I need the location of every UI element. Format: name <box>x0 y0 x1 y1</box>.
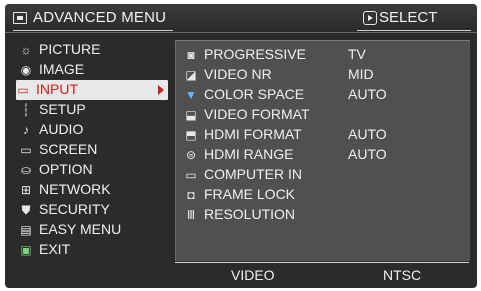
menu-item-easy-menu[interactable]: ▤ EASY MENU <box>19 220 171 240</box>
submenu-item-value: AUTO <box>348 86 387 102</box>
submenu-item-label: VIDEO FORMAT <box>204 106 310 122</box>
menu-item-image[interactable]: ◉ IMAGE <box>19 60 171 80</box>
menu-item-setup[interactable]: ┆ SETUP <box>19 100 171 120</box>
osd-window: ADVANCED MENU SELECT ☼ PICTURE ◉ IMAGE ▭… <box>5 4 477 288</box>
screen-icon: ▭ <box>20 143 32 157</box>
exit-icon: ▣ <box>20 243 32 257</box>
menu-item-input[interactable]: ▭ INPUT <box>16 80 168 100</box>
submenu-item-color-space[interactable]: ▼ COLOR SPACE AUTO <box>184 85 464 105</box>
setup-icon: ┆ <box>22 103 30 117</box>
submenu-item-video-nr[interactable]: ◪ VIDEO NR MID <box>184 65 464 85</box>
menu-item-label: NETWORK <box>39 181 111 197</box>
submenu-item-value: MID <box>348 66 374 82</box>
submenu-item-value: AUTO <box>348 126 387 142</box>
image-icon: ◉ <box>20 63 32 77</box>
menu-item-screen[interactable]: ▭ SCREEN <box>19 140 171 160</box>
progressive-icon: ◙ <box>187 48 195 62</box>
menu-item-picture[interactable]: ☼ PICTURE <box>19 40 171 60</box>
resolution-icon: Ⅲ <box>186 208 196 222</box>
submenu-item-label: COLOR SPACE <box>204 86 305 102</box>
submenu-item-label: RESOLUTION <box>204 206 296 222</box>
menu-item-security[interactable]: ⛊ SECURITY <box>19 200 171 220</box>
video-format-icon: ⬓ <box>185 108 197 122</box>
submenu-item-progressive[interactable]: ◙ PROGRESSIVE TV <box>184 45 464 65</box>
menu-item-label: SECURITY <box>39 201 110 217</box>
submenu-item-hdmi-format[interactable]: ⬒ HDMI FORMAT AUTO <box>184 125 464 145</box>
title-underline <box>13 30 173 31</box>
menu-item-option[interactable]: ⛀ OPTION <box>19 160 171 180</box>
menu-item-label: EASY MENU <box>39 221 122 237</box>
submenu-item-computer-in[interactable]: ▭ COMPUTER IN <box>184 165 464 185</box>
submenu-item-label: VIDEO NR <box>204 66 272 82</box>
submenu-item-label: PROGRESSIVE <box>204 46 306 62</box>
submenu-item-hdmi-range[interactable]: ⊜ HDMI RANGE AUTO <box>184 145 464 165</box>
hdmi-format-icon: ⬒ <box>185 128 197 142</box>
input-icon: ▭ <box>17 83 29 97</box>
input-source: VIDEO <box>231 267 275 283</box>
frame-lock-icon: ◘ <box>187 188 195 202</box>
menu-title: ADVANCED MENU <box>33 9 167 26</box>
submenu-item-label: HDMI FORMAT <box>204 126 302 142</box>
menu-item-network[interactable]: ⊞ NETWORK <box>19 180 171 200</box>
signal-format: NTSC <box>383 267 422 283</box>
screenshot-frame: ADVANCED MENU SELECT ☼ PICTURE ◉ IMAGE ▭… <box>0 0 481 291</box>
menu-item-label: EXIT <box>39 241 71 257</box>
menu-item-label: AUDIO <box>39 121 84 137</box>
menu-item-label: PICTURE <box>39 41 101 57</box>
menu-item-label: INPUT <box>36 81 78 97</box>
select-button-icon <box>363 11 377 25</box>
picture-icon: ☼ <box>20 43 32 57</box>
submenu-item-label: COMPUTER IN <box>204 166 302 182</box>
menu-item-exit[interactable]: ▣ EXIT <box>19 240 171 260</box>
submenu-item-label: FRAME LOCK <box>204 186 296 202</box>
submenu-item-label: HDMI RANGE <box>204 146 294 162</box>
option-icon: ⛀ <box>20 163 32 177</box>
menu-item-audio[interactable]: ♪ AUDIO <box>19 120 171 140</box>
input-submenu: ◙ PROGRESSIVE TV ◪ VIDEO NR MID ▼ COLOR … <box>175 40 470 261</box>
submenu-arrow-icon <box>158 85 164 95</box>
menu-item-label: IMAGE <box>39 61 85 77</box>
status-bar: VIDEO NTSC <box>175 262 469 285</box>
menu-item-label: SCREEN <box>39 141 98 157</box>
hdmi-range-icon: ⊜ <box>185 148 197 162</box>
menu-item-label: SETUP <box>39 101 86 117</box>
submenu-item-frame-lock[interactable]: ◘ FRAME LOCK <box>184 185 464 205</box>
video-nr-icon: ◪ <box>185 68 197 82</box>
menu-item-label: OPTION <box>39 161 93 177</box>
submenu-item-resolution[interactable]: Ⅲ RESOLUTION <box>184 205 464 225</box>
submenu-item-value: AUTO <box>348 146 387 162</box>
submenu-item-value: TV <box>348 46 366 62</box>
color-space-icon: ▼ <box>185 88 197 102</box>
audio-icon: ♪ <box>23 123 29 137</box>
select-underline <box>357 30 471 31</box>
submenu-item-video-format[interactable]: ⬓ VIDEO FORMAT <box>184 105 464 125</box>
security-icon: ⛊ <box>21 203 31 217</box>
easy-menu-icon: ▤ <box>20 223 32 237</box>
menu-header: ADVANCED MENU SELECT <box>5 4 477 33</box>
menu-icon <box>13 12 27 24</box>
select-hint: SELECT <box>379 9 438 26</box>
computer-in-icon: ▭ <box>185 168 197 182</box>
network-icon: ⊞ <box>20 183 32 197</box>
